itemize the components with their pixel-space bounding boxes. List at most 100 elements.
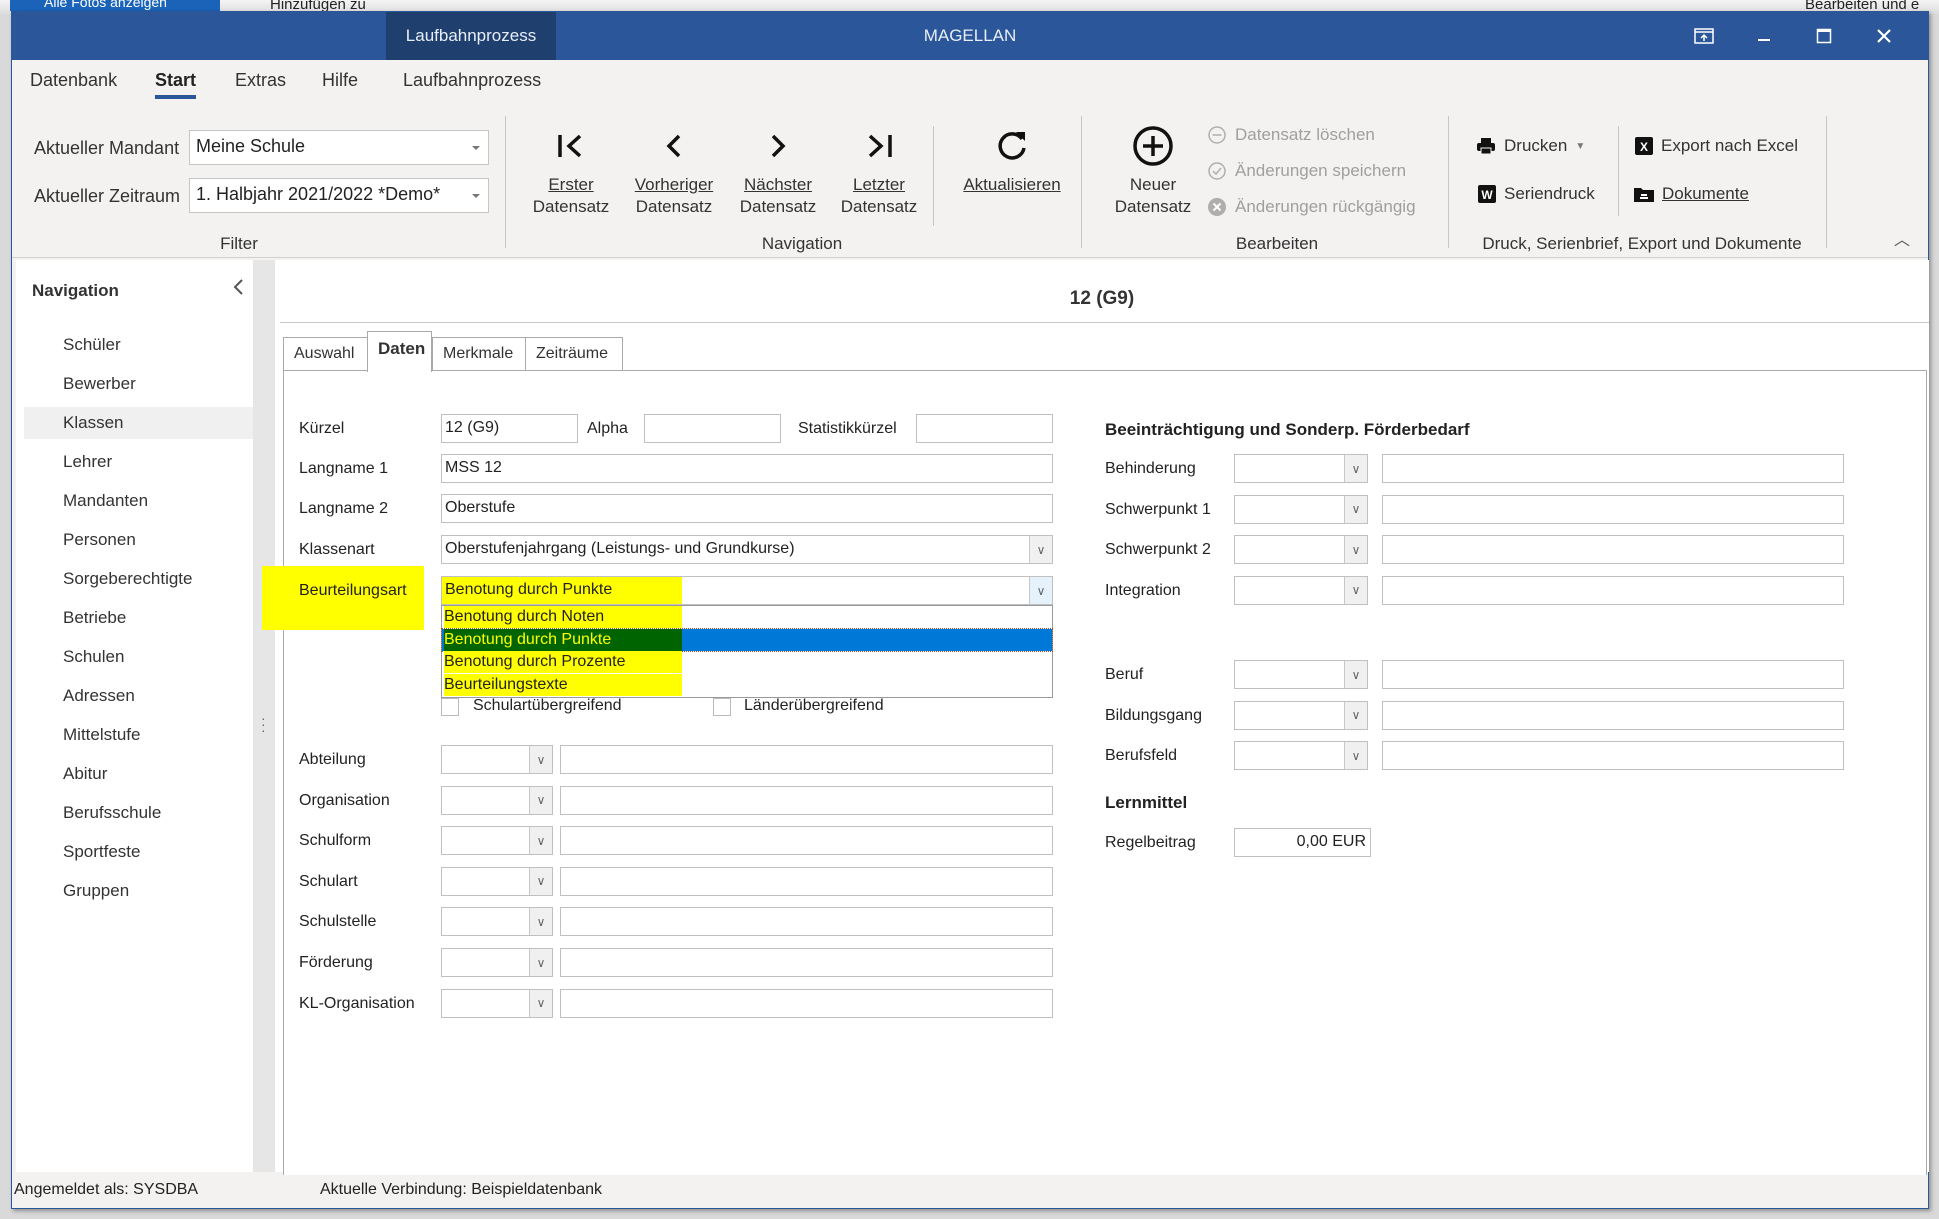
kuerzel-input[interactable]: 12 (G9) xyxy=(441,414,578,443)
beruf-description-input[interactable] xyxy=(1382,660,1844,689)
nav-item-mandanten[interactable]: Mandanten xyxy=(24,485,253,517)
bearbeiten-group-caption: Bearbeiten xyxy=(1235,234,1319,253)
nav-item-gruppen[interactable]: Gruppen xyxy=(24,875,253,907)
schulform-select[interactable]: ∨ xyxy=(441,826,553,856)
schwerpunkt-2-description-input[interactable] xyxy=(1382,535,1844,565)
ribbon-separator xyxy=(1081,116,1082,248)
behinderung-select[interactable]: ∨ xyxy=(1234,454,1368,483)
filter-group-caption: Filter xyxy=(220,234,258,253)
chevron-down-icon: ∨ xyxy=(1344,661,1367,688)
behinderung-description-input[interactable] xyxy=(1382,454,1844,483)
abteilung-description-input[interactable] xyxy=(560,745,1053,774)
bildungsgang-description-input[interactable] xyxy=(1382,700,1844,730)
zeitraum-select[interactable]: 1. Halbjahr 2021/2022 *Demo* xyxy=(189,178,489,213)
nav-item-mittelstufe[interactable]: Mittelstufe xyxy=(24,719,253,751)
word-icon: W xyxy=(1478,185,1496,203)
app-title: MAGELLAN xyxy=(923,26,1017,45)
organisation-select[interactable]: ∨ xyxy=(441,785,553,815)
dropdown-option-prozente[interactable]: Benotung durch Prozente xyxy=(442,651,1052,674)
collapse-ribbon-icon[interactable]: ︿ xyxy=(1894,226,1910,250)
documents-button[interactable]: Dokumente xyxy=(1634,184,1749,204)
langname2-input[interactable]: Oberstufe xyxy=(441,494,1053,523)
menu-start[interactable]: Start xyxy=(155,70,197,99)
save-changes-button[interactable]: Änderungen speichern xyxy=(1207,161,1406,181)
regelbeitrag-input[interactable]: 0,00 EUR xyxy=(1234,828,1371,857)
berufsfeld-select[interactable]: ∨ xyxy=(1234,741,1368,771)
mandant-select[interactable]: Meine Schule xyxy=(189,130,489,165)
statistikkuerzel-input[interactable] xyxy=(916,414,1053,443)
contextual-tab-laufbahnprozess[interactable]: Laufbahnprozess xyxy=(386,12,556,60)
foerderung-description-input[interactable] xyxy=(560,948,1053,977)
nav-item-sorgeberechtigte[interactable]: Sorgeberechtigte xyxy=(24,563,253,595)
schwerpunkt-2-select[interactable]: ∨ xyxy=(1234,535,1368,565)
nav-item-personen[interactable]: Personen xyxy=(24,524,253,556)
schulstelle-description-input[interactable] xyxy=(560,907,1053,937)
status-user: Angemeldet als: SYSDBA xyxy=(14,1181,199,1198)
collapse-navigation-icon[interactable] xyxy=(231,278,245,302)
next-record-button[interactable]: Nächster Datensatz xyxy=(732,126,824,218)
last-record-button[interactable]: Letzter Datensatz xyxy=(834,126,924,218)
nav-item-lehrer[interactable]: Lehrer xyxy=(24,446,253,478)
nav-item-sportfeste[interactable]: Sportfeste xyxy=(24,836,253,868)
nav-item-betriebe[interactable]: Betriebe xyxy=(24,602,253,634)
panel-splitter[interactable]: · · · xyxy=(253,260,275,1172)
schulartuebergreifend-checkbox[interactable] xyxy=(441,698,459,716)
beurteilungsart-select[interactable]: Benotung durch Punkte ∨ xyxy=(441,576,1053,605)
schulart-description-input[interactable] xyxy=(560,866,1053,896)
langname1-input[interactable]: MSS 12 xyxy=(441,454,1053,483)
nav-item-bewerber[interactable]: Bewerber xyxy=(24,368,253,400)
close-button[interactable] xyxy=(1855,12,1913,60)
app-window: MAGELLAN Laufbahnprozess Datenbank Start… xyxy=(11,11,1929,1209)
new-record-button[interactable]: Neuer Datensatz xyxy=(1108,126,1198,218)
menu-laufbahnprozess[interactable]: Laufbahnprozess xyxy=(403,70,541,91)
menu-extras[interactable]: Extras xyxy=(235,70,286,91)
undo-changes-button[interactable]: Änderungen rückgängig xyxy=(1207,197,1416,217)
organisation-description-input[interactable] xyxy=(560,785,1053,815)
klassenart-select[interactable]: Oberstufenjahrgang (Leistungs- und Grund… xyxy=(441,535,1053,564)
schulart-select[interactable]: ∨ xyxy=(441,866,553,896)
delete-record-button[interactable]: Datensatz löschen xyxy=(1207,125,1375,145)
maximize-button[interactable] xyxy=(1795,12,1853,60)
nav-item-klassen[interactable]: Klassen xyxy=(24,407,253,439)
refresh-button[interactable]: Aktualisieren xyxy=(947,126,1077,196)
schwerpunkt-2-label: Schwerpunkt 2 xyxy=(1105,541,1211,559)
export-excel-button[interactable]: X Export nach Excel xyxy=(1635,136,1798,156)
abteilung-select[interactable]: ∨ xyxy=(441,745,553,774)
kl-organisation-select[interactable]: ∨ xyxy=(441,988,553,1018)
berufsfeld-description-input[interactable] xyxy=(1382,741,1844,771)
tab-zeitraeume[interactable]: Zeiträume xyxy=(525,337,623,371)
dropdown-option-noten[interactable]: Benotung durch Noten xyxy=(442,606,1052,629)
minimize-button[interactable] xyxy=(1735,12,1793,60)
beruf-select[interactable]: ∨ xyxy=(1234,660,1368,689)
nav-item-adressen[interactable]: Adressen xyxy=(24,680,253,712)
tab-auswahl[interactable]: Auswahl xyxy=(283,337,368,371)
bildungsgang-select[interactable]: ∨ xyxy=(1234,700,1368,730)
laenderuebergreifend-checkbox[interactable] xyxy=(713,698,731,716)
tab-daten[interactable]: Daten xyxy=(367,331,432,372)
print-button[interactable]: Drucken ▼ xyxy=(1476,136,1585,156)
ribbon-display-icon xyxy=(1694,28,1714,44)
schulstelle-select[interactable]: ∨ xyxy=(441,907,553,937)
kl-organisation-description-input[interactable] xyxy=(560,988,1053,1018)
ribbon-display-options-button[interactable] xyxy=(1675,12,1733,60)
nav-item-berufsschule[interactable]: Berufsschule xyxy=(24,797,253,829)
dropdown-option-beurteilungstexte[interactable]: Beurteilungstexte xyxy=(442,673,1052,697)
menu-hilfe[interactable]: Hilfe xyxy=(322,70,358,91)
integration-description-input[interactable] xyxy=(1382,575,1844,605)
nav-item-schueler[interactable]: Schüler xyxy=(24,329,253,361)
menu-datenbank[interactable]: Datenbank xyxy=(30,70,117,91)
schulform-description-input[interactable] xyxy=(560,826,1053,856)
tab-merkmale[interactable]: Merkmale xyxy=(432,337,526,371)
nav-item-schulen[interactable]: Schulen xyxy=(24,641,253,673)
nav-item-abitur[interactable]: Abitur xyxy=(24,758,253,790)
first-record-button[interactable]: Erster Datensatz xyxy=(527,126,615,218)
schwerpunkt-1-select[interactable]: ∨ xyxy=(1234,494,1368,524)
new-record-label-2: Datensatz xyxy=(1114,197,1192,216)
previous-record-button[interactable]: Vorheriger Datensatz xyxy=(628,126,720,218)
integration-select[interactable]: ∨ xyxy=(1234,575,1368,605)
dropdown-option-punkte[interactable]: Benotung durch Punkte xyxy=(441,627,1053,652)
foerderung-select[interactable]: ∨ xyxy=(441,948,553,977)
alpha-input[interactable] xyxy=(644,414,781,443)
mail-merge-button[interactable]: W Seriendruck xyxy=(1478,184,1595,204)
schwerpunkt-1-description-input[interactable] xyxy=(1382,494,1844,524)
